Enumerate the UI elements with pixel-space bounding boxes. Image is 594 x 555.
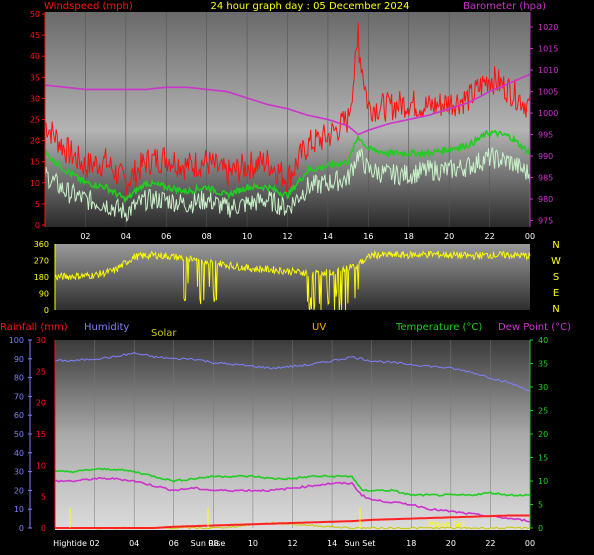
top-x-tick-label: 10 [242,232,252,241]
top-x-tick-label: 18 [404,232,414,241]
direction-panel-bg [55,244,530,310]
windspeed-tick-label: 45 [30,31,40,40]
direction-tick-label: 360 [34,240,49,249]
direction-tick-label: 90 [39,290,49,299]
windspeed-tick-label: 50 [30,10,40,19]
humidity-tick-label: 60 [14,411,24,420]
compass-label: W [551,256,561,267]
top-x-tick-label: 00 [525,232,535,241]
barometer-tick-label: 980 [538,195,553,204]
rainfall-tick-label: 20 [36,399,46,408]
top-x-tick-label: 22 [484,232,494,241]
moonset-label: Moon Set [428,520,465,529]
windspeed-tick-label: 10 [30,179,40,188]
humidity-tick-label: 70 [14,392,24,401]
humidity-tick-label: 30 [14,468,24,477]
barometer-tick-label: 1020 [538,23,558,32]
bottom-x-tick-label: 12 [287,539,297,548]
label-uv: UV [312,322,326,333]
temperature-tick-label: 10 [538,477,548,486]
temperature-tick-label: 5 [538,501,543,510]
compass-label: S [553,272,559,283]
windspeed-tick-label: 20 [30,137,40,146]
barometer-tick-label: 1015 [538,45,558,54]
barometer-tick-label: 985 [538,174,553,183]
top-x-tick-label: 06 [161,232,171,241]
windspeed-tick-label: 0 [35,221,40,230]
top-x-tick-label: 02 [80,232,90,241]
temperature-tick-label: 30 [538,383,548,392]
humidity-tick-label: 50 [14,430,24,439]
bottom-x-tick-label: 18 [406,539,416,548]
humidity-tick-label: 80 [14,374,24,383]
top-x-tick-label: 16 [363,232,373,241]
bottom-x-tick-label: 14 [327,539,337,548]
ylabel-barometer: Barometer (hpa) [463,1,546,12]
windspeed-tick-label: 30 [30,94,40,103]
humidity-tick-label: 40 [14,449,24,458]
windspeed-tick-label: 35 [30,73,40,82]
bottom-x-tick-label: 04 [129,539,139,548]
label-dewpoint: Dew Point (°C) [498,322,571,333]
top-x-tick-label: 08 [202,232,212,241]
bottom-x-tick-label: 22 [485,539,495,548]
top-x-tick-label: 20 [444,232,454,241]
humidity-tick-label: 90 [14,355,24,364]
rainfall-tick-label: 25 [36,367,46,376]
ylabel-windspeed: Windspeed (mph) [44,1,133,12]
compass-label: N [552,304,559,315]
temperature-tick-label: 15 [538,454,548,463]
barometer-tick-label: 995 [538,131,553,140]
humidity-tick-label: 100 [9,336,24,345]
rainfall-tick-label: 0 [41,524,46,533]
top-x-tick-label: 04 [121,232,131,241]
barometer-tick-label: 1000 [538,109,558,118]
bottom-x-tick-label: 02 [89,539,99,548]
barometer-tick-label: 990 [538,152,553,161]
rainfall-tick-label: 15 [36,430,46,439]
top-x-tick-label: 12 [282,232,292,241]
temperature-tick-label: 25 [538,407,548,416]
humidity-tick-label: 20 [14,486,24,495]
humidity-tick-label: 10 [14,505,24,514]
windspeed-tick-label: 15 [30,158,40,167]
bottom-x-tick-label: Sun Set [345,539,376,548]
compass-label: N [552,240,559,251]
compass-label: E [553,288,559,299]
chart-title: 24 hour graph day : 05 December 2024 [211,1,410,12]
temperature-tick-label: 0 [538,524,543,533]
bottom-x-tick-label: Sun Rise [191,539,226,548]
direction-tick-label: 0 [44,306,49,315]
temperature-tick-label: 40 [538,336,548,345]
label-rainfall: Rainfall (mm) [0,322,68,333]
top-x-tick-label: 14 [323,232,333,241]
label-solar: Solar [151,328,177,339]
bottom-x-tick-label: 10 [248,539,258,548]
bottom-x-tick-label: 00 [525,539,535,548]
rainfall-tick-label: 30 [36,336,46,345]
rainfall-tick-label: 5 [41,493,46,502]
label-temperature: Temperature (°C) [395,322,482,333]
temperature-tick-label: 35 [538,360,548,369]
bottom-x-tick-label: 20 [446,539,456,548]
rainfall-tick-label: 10 [36,461,46,470]
humidity-tick-label: 0 [19,524,24,533]
direction-tick-label: 270 [34,257,49,266]
bottom-x-tick-label: 06 [169,539,179,548]
weather-graph: 02 04 06 08 10 12 14 16 18 20 22 000510152025303540… [0,1,571,548]
bottom-x-tick-label: Hightide [53,539,87,548]
windspeed-tick-label: 40 [30,52,40,61]
label-humidity: Humidity [84,322,129,333]
windspeed-tick-label: 25 [30,116,40,125]
temperature-tick-label: 20 [538,430,548,439]
windspeed-tick-label: 5 [35,200,40,209]
barometer-tick-label: 975 [538,217,553,226]
barometer-tick-label: 1005 [538,88,558,97]
barometer-tick-label: 1010 [538,66,558,75]
direction-tick-label: 180 [34,273,49,282]
